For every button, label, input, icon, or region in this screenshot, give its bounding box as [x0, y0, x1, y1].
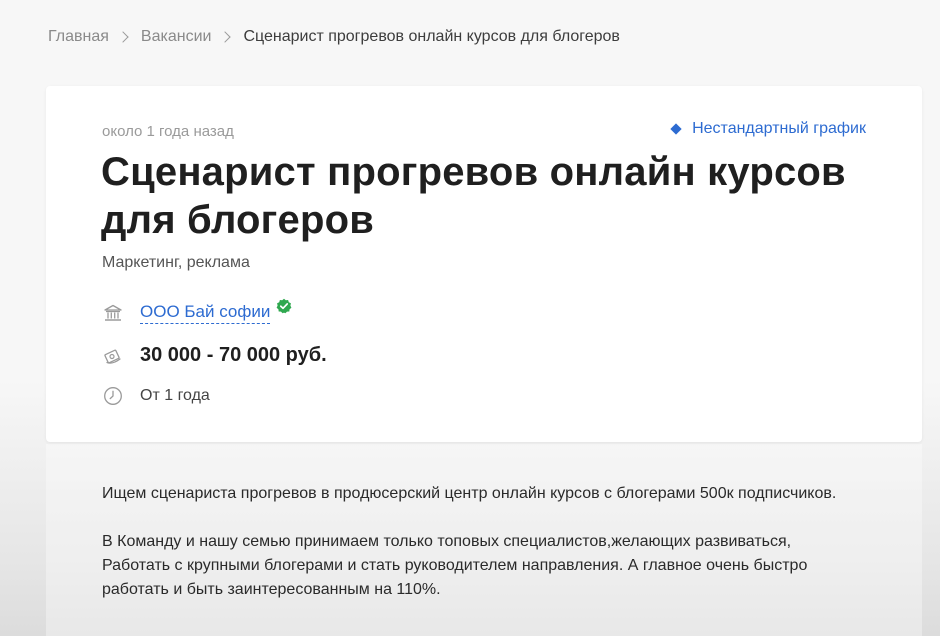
- schedule-badge: Нестандартный график: [670, 120, 866, 138]
- company-link[interactable]: ООО Бай софии: [140, 302, 271, 324]
- experience-required: От 1 года: [140, 387, 210, 404]
- breadcrumb: Главная Вакансии Сценарист прогревов онл…: [48, 28, 620, 46]
- breadcrumb-home-link[interactable]: Главная: [48, 28, 109, 46]
- job-header-card: около 1 года назад Нестандартный график …: [46, 86, 922, 442]
- breadcrumb-current: Сценарист прогревов онлайн курсов для бл…: [243, 28, 620, 45]
- company-row: ООО Бай софии: [102, 298, 292, 324]
- schedule-label: Нестандартный график: [692, 120, 866, 137]
- job-description-card: Ищем сценариста прогревов в продюсерский…: [46, 444, 922, 636]
- description-paragraph: Ищем сценариста прогревов в продюсерский…: [102, 485, 837, 502]
- job-description: Ищем сценариста прогревов в продюсерский…: [102, 482, 862, 626]
- job-title: Сценарист прогревов онлайн курсов для бл…: [101, 150, 846, 242]
- diamond-icon: [670, 123, 682, 135]
- clock-icon: [102, 385, 124, 407]
- chevron-right-icon: [219, 31, 232, 43]
- chevron-right-icon: [117, 31, 129, 43]
- experience-row: От 1 года: [102, 385, 210, 407]
- salary-range: 30 000 - 70 000 руб.: [140, 344, 327, 366]
- job-category: Маркетинг, реклама: [102, 254, 250, 271]
- salary-row: 30 000 - 70 000 руб.: [102, 344, 327, 367]
- breadcrumb-vacancies-link[interactable]: Вакансии: [141, 28, 212, 46]
- description-paragraph: В Команду и нашу семью принимаем только …: [102, 533, 808, 598]
- verified-badge-icon: [276, 298, 292, 319]
- money-icon: [102, 345, 124, 367]
- building-icon: [102, 302, 124, 324]
- posted-time: около 1 года назад: [102, 123, 234, 140]
